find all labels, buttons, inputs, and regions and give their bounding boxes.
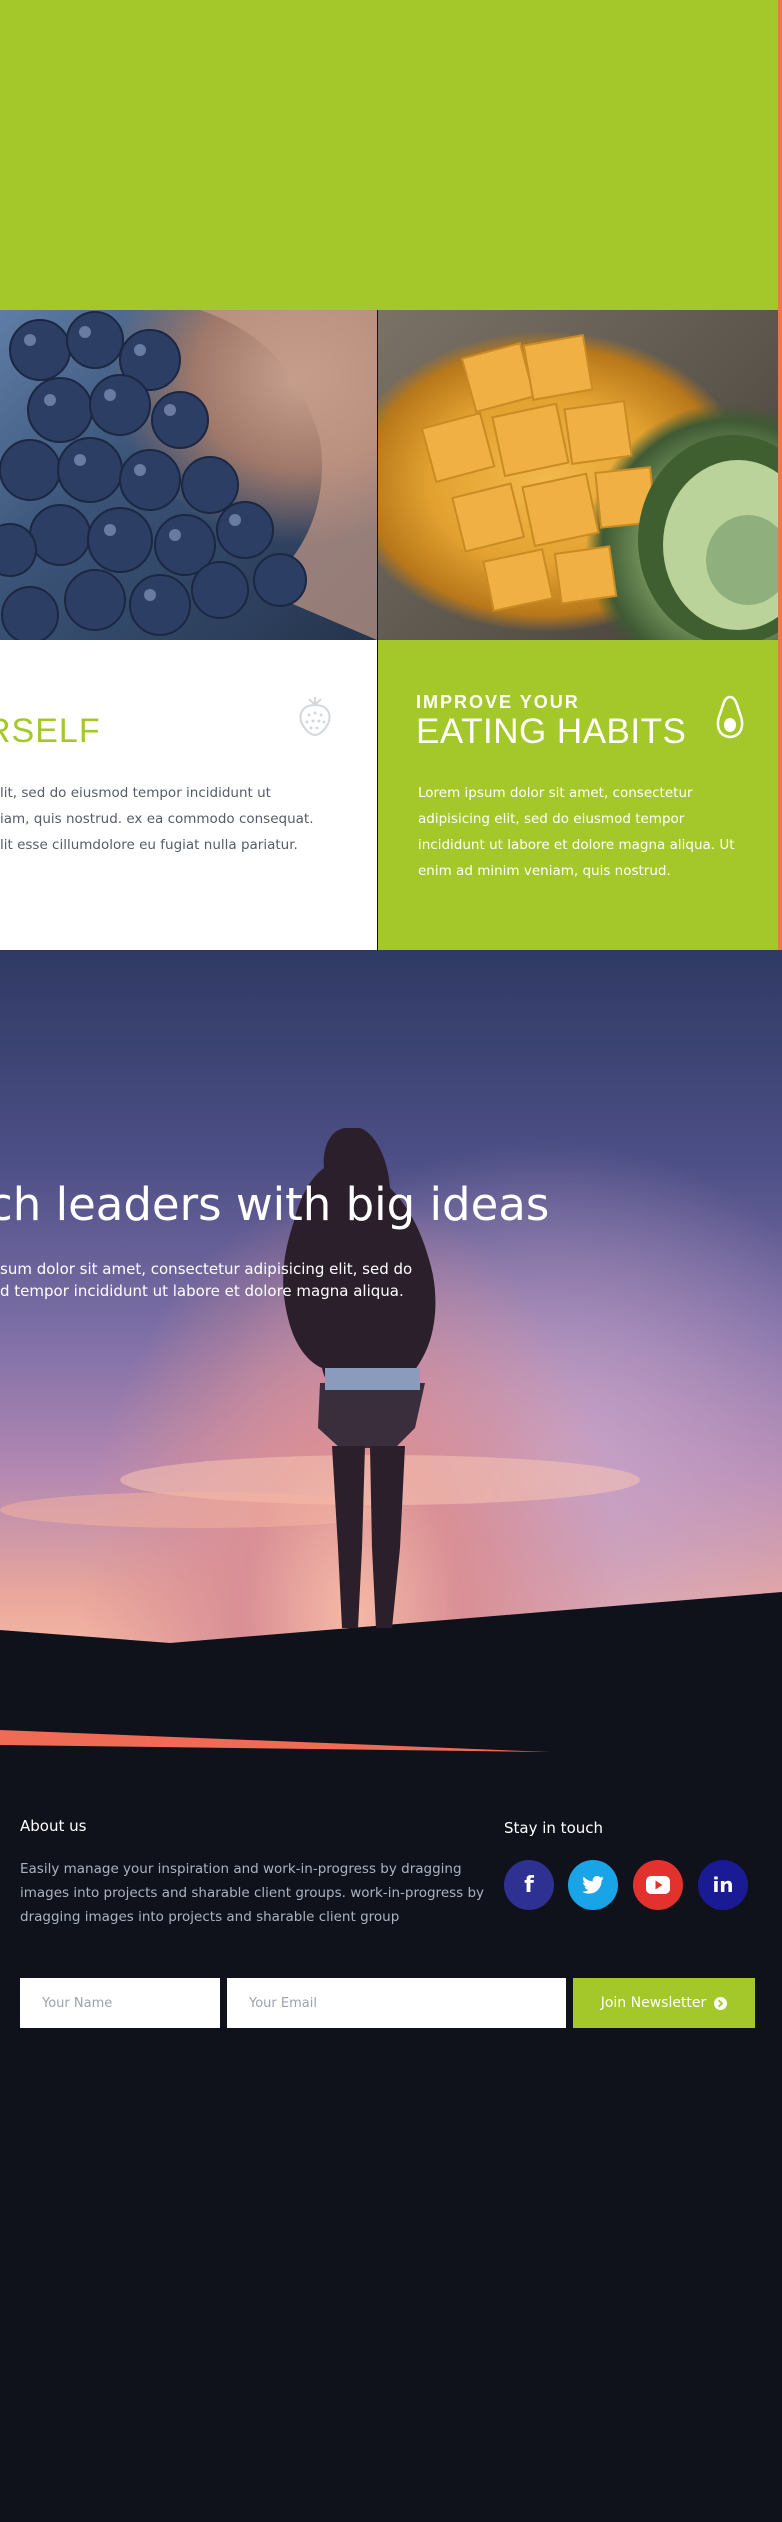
arrow-circle-right-icon xyxy=(714,1996,728,2010)
card-right-heading: EATING HABITS xyxy=(416,712,687,751)
youtube-icon xyxy=(646,1876,670,1894)
orange-accent-wedge xyxy=(0,1730,550,1752)
name-input[interactable] xyxy=(20,1978,220,2028)
card-left-heading: RSELF xyxy=(0,712,101,750)
hero-title: ch leaders with big ideas xyxy=(0,1178,550,1231)
hero-subtitle: sum dolor sit amet, consectetur adipisic… xyxy=(0,1260,413,1300)
join-newsletter-button[interactable]: Join Newsletter xyxy=(573,1978,755,2028)
grapes-illustration xyxy=(0,310,377,640)
card-right-text: Lorem ipsum dolor sit amet, consectetur … xyxy=(418,785,735,879)
linkedin-button[interactable]: in xyxy=(698,1860,748,1910)
about-text: Easily manage your inspiration and work-… xyxy=(20,1861,485,1925)
youtube-button[interactable] xyxy=(633,1860,683,1910)
strawberry-icon xyxy=(297,695,333,742)
linkedin-icon: in xyxy=(712,1873,734,1897)
twitter-button[interactable] xyxy=(568,1860,618,1910)
top-green-band xyxy=(0,0,778,310)
grapes-photo xyxy=(0,310,377,640)
card-right-kicker: IMPROVE YOUR xyxy=(416,692,580,712)
join-newsletter-label: Join Newsletter xyxy=(600,1995,707,2011)
facebook-button[interactable]: f xyxy=(504,1860,554,1910)
twitter-icon xyxy=(582,1876,604,1894)
avocado-icon xyxy=(713,694,747,745)
about-heading: About us xyxy=(20,1817,87,1835)
email-input[interactable] xyxy=(227,1978,566,2028)
social-heading: Stay in touch xyxy=(504,1819,604,1837)
right-edge-stripe xyxy=(778,0,782,950)
card-left-text: lit, sed do eiusmod tempor incididunt ut… xyxy=(0,785,314,853)
mango-avocado-photo xyxy=(378,310,778,640)
mango-illustration xyxy=(420,334,778,640)
facebook-icon: f xyxy=(524,1872,534,1898)
